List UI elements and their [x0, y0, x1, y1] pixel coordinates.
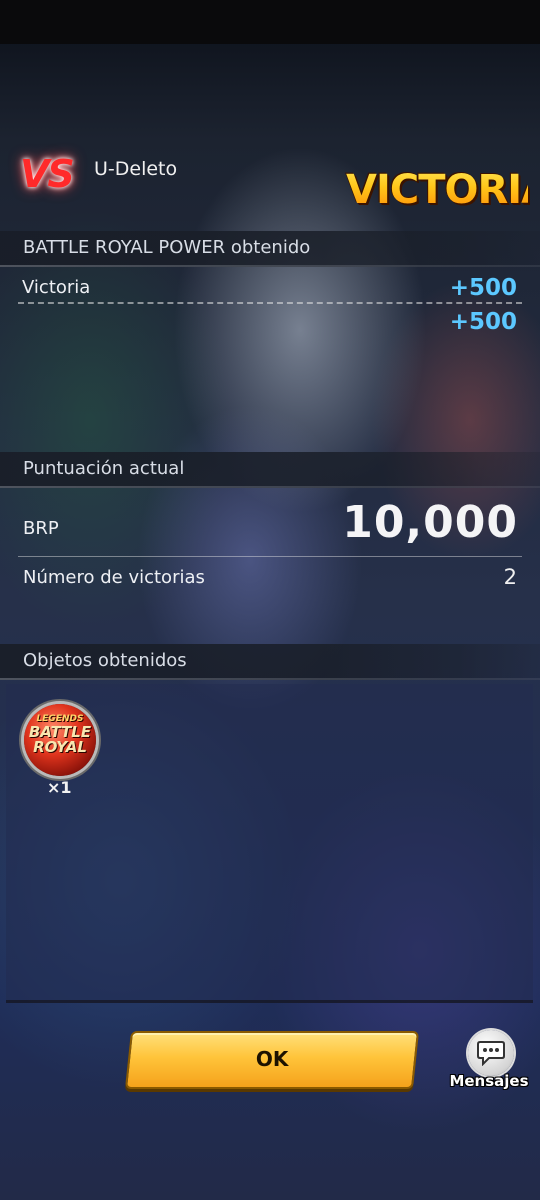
messages-button[interactable]: Mensajes — [442, 1026, 536, 1096]
vs-badge: VS — [20, 152, 75, 196]
battle-royal-medal-icon[interactable]: LEGENDS BATTLE ROYAL — [24, 704, 96, 776]
victory-banner: VICTORIA — [346, 158, 540, 222]
ok-button-label: OK — [255, 1047, 289, 1071]
victory-row-value: +500 — [449, 275, 517, 301]
wins-value: 2 — [503, 565, 517, 589]
messages-label: Mensajes — [449, 1072, 529, 1090]
brp-section-header: BATTLE ROYAL POWER obtenido — [0, 231, 540, 267]
brp-label: BRP — [23, 518, 59, 539]
chat-bubble-icon — [468, 1030, 514, 1076]
medal-text: LEGENDS BATTLE ROYAL — [28, 714, 92, 756]
brp-total-value: +500 — [449, 309, 517, 335]
items-section-title: Objetos obtenidos — [23, 650, 187, 671]
status-bar — [0, 0, 540, 44]
brp-value: 10,000 — [342, 497, 518, 548]
opponent-name: U-Deleto — [94, 158, 178, 180]
victory-row-label: Victoria — [22, 277, 91, 298]
divider — [18, 302, 522, 304]
brp-section-title: BATTLE ROYAL POWER obtenido — [23, 237, 311, 258]
wins-label: Número de victorias — [23, 567, 205, 588]
divider — [18, 556, 522, 557]
score-section-title: Puntuación actual — [23, 458, 185, 479]
item-quantity: ×1 — [47, 778, 72, 797]
items-section-header: Objetos obtenidos — [0, 644, 540, 680]
score-section-header: Puntuación actual — [0, 452, 540, 488]
ok-button[interactable]: OK — [124, 1031, 420, 1089]
